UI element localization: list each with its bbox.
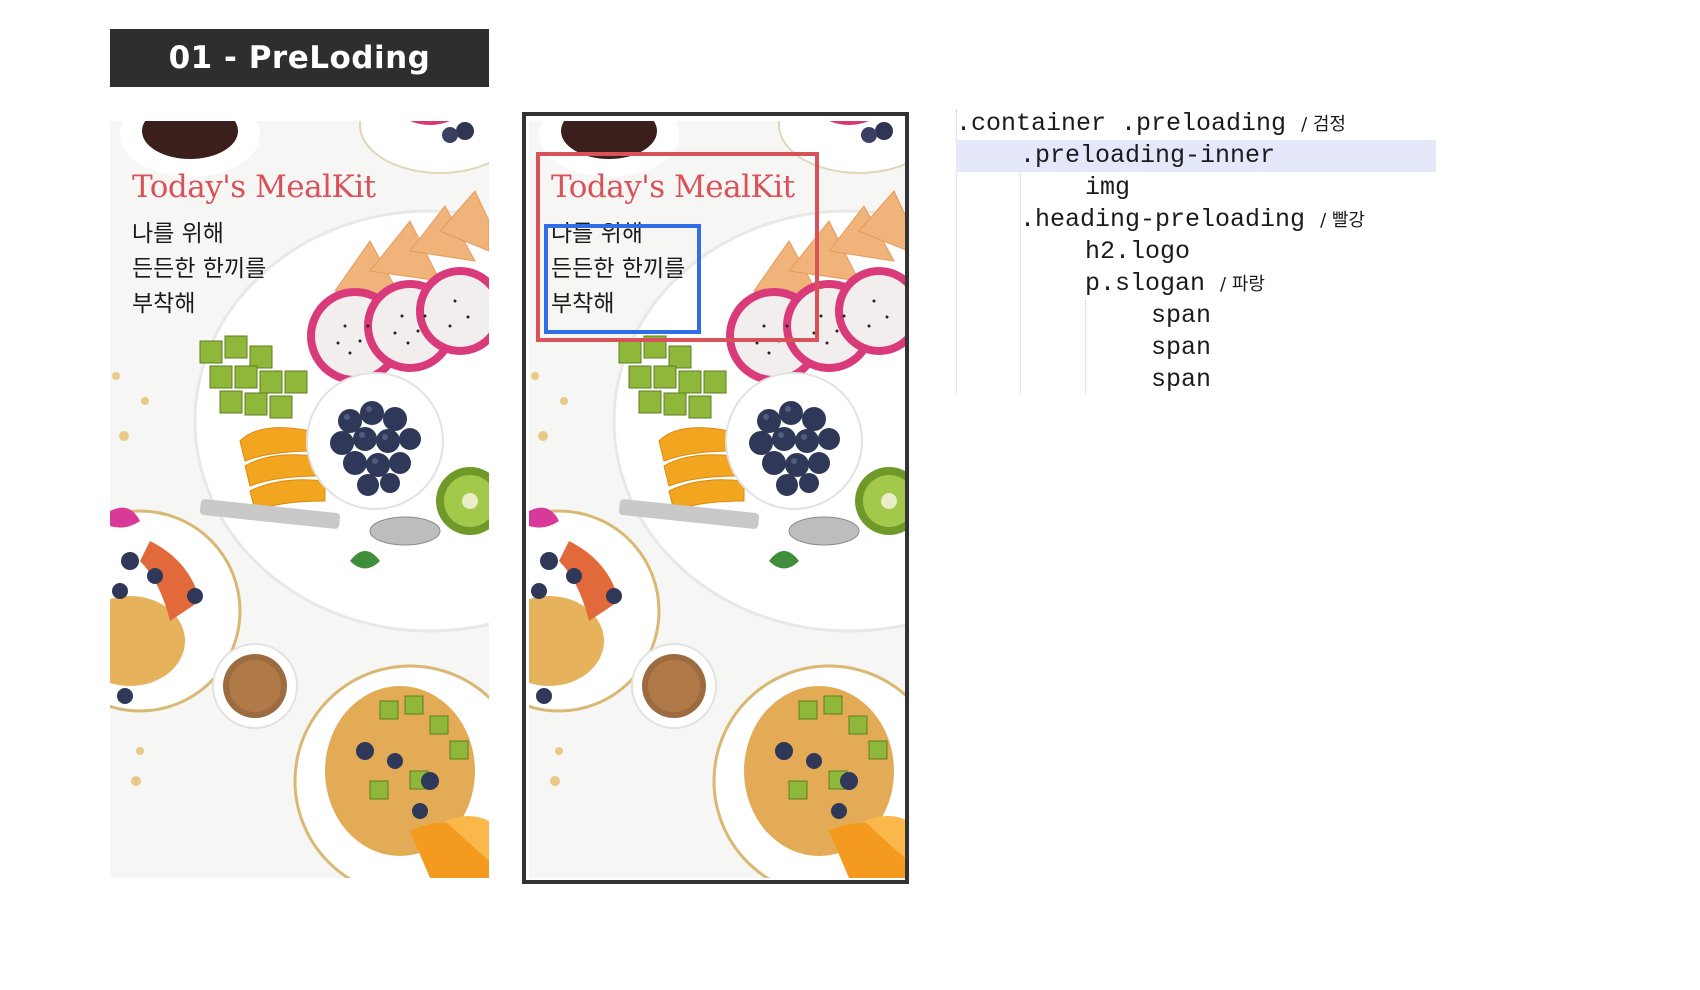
code-line: span — [1151, 332, 1211, 364]
preloading-preview: Today's MealKit 나를 위해 든든한 한끼를 부착해 — [110, 121, 489, 878]
code-line: h2.logo — [1085, 236, 1190, 268]
code-text: img — [1085, 173, 1131, 202]
code-text: .preloading-inner — [1020, 141, 1276, 170]
code-text: .heading-preloading — [1020, 205, 1306, 234]
indent-guide — [1020, 142, 1021, 394]
code-note: / 빨강 — [1320, 210, 1365, 231]
slogan-outline — [544, 224, 701, 334]
code-text: h2.logo — [1085, 237, 1191, 266]
slogan-line: 나를 위해 — [132, 221, 224, 247]
heading-preloading: Today's MealKit 나를 위해 든든한 한끼를 부착해 — [132, 169, 376, 322]
code-text: .container .preloading — [956, 109, 1287, 138]
section-title: 01 - PreLoding — [110, 29, 489, 87]
code-line-highlighted: .preloading-inner — [956, 140, 1436, 172]
code-text: span — [1151, 365, 1212, 394]
slogan-line: 든든한 한끼를 — [132, 256, 267, 282]
code-note: / 파랑 — [1220, 274, 1265, 295]
code-structure-tree: .container .preloading / 검정 .preloading-… — [956, 108, 1436, 398]
code-line: .heading-preloading / 빨강 — [1020, 204, 1365, 236]
code-line: img — [1085, 172, 1130, 204]
code-text: span — [1151, 333, 1212, 362]
code-note: / 검정 — [1301, 114, 1346, 135]
code-line: .container .preloading / 검정 — [956, 108, 1346, 140]
logo: Today's MealKit — [132, 169, 376, 205]
code-line: span — [1151, 364, 1211, 396]
code-text: span — [1151, 301, 1212, 330]
code-line: p.slogan / 파랑 — [1085, 268, 1265, 300]
slogan: 나를 위해 든든한 한끼를 부착해 — [132, 217, 376, 322]
code-text: p.slogan — [1085, 269, 1206, 298]
indent-guide — [1085, 300, 1086, 394]
code-line: span — [1151, 300, 1211, 332]
slogan-line: 부착해 — [132, 291, 196, 317]
